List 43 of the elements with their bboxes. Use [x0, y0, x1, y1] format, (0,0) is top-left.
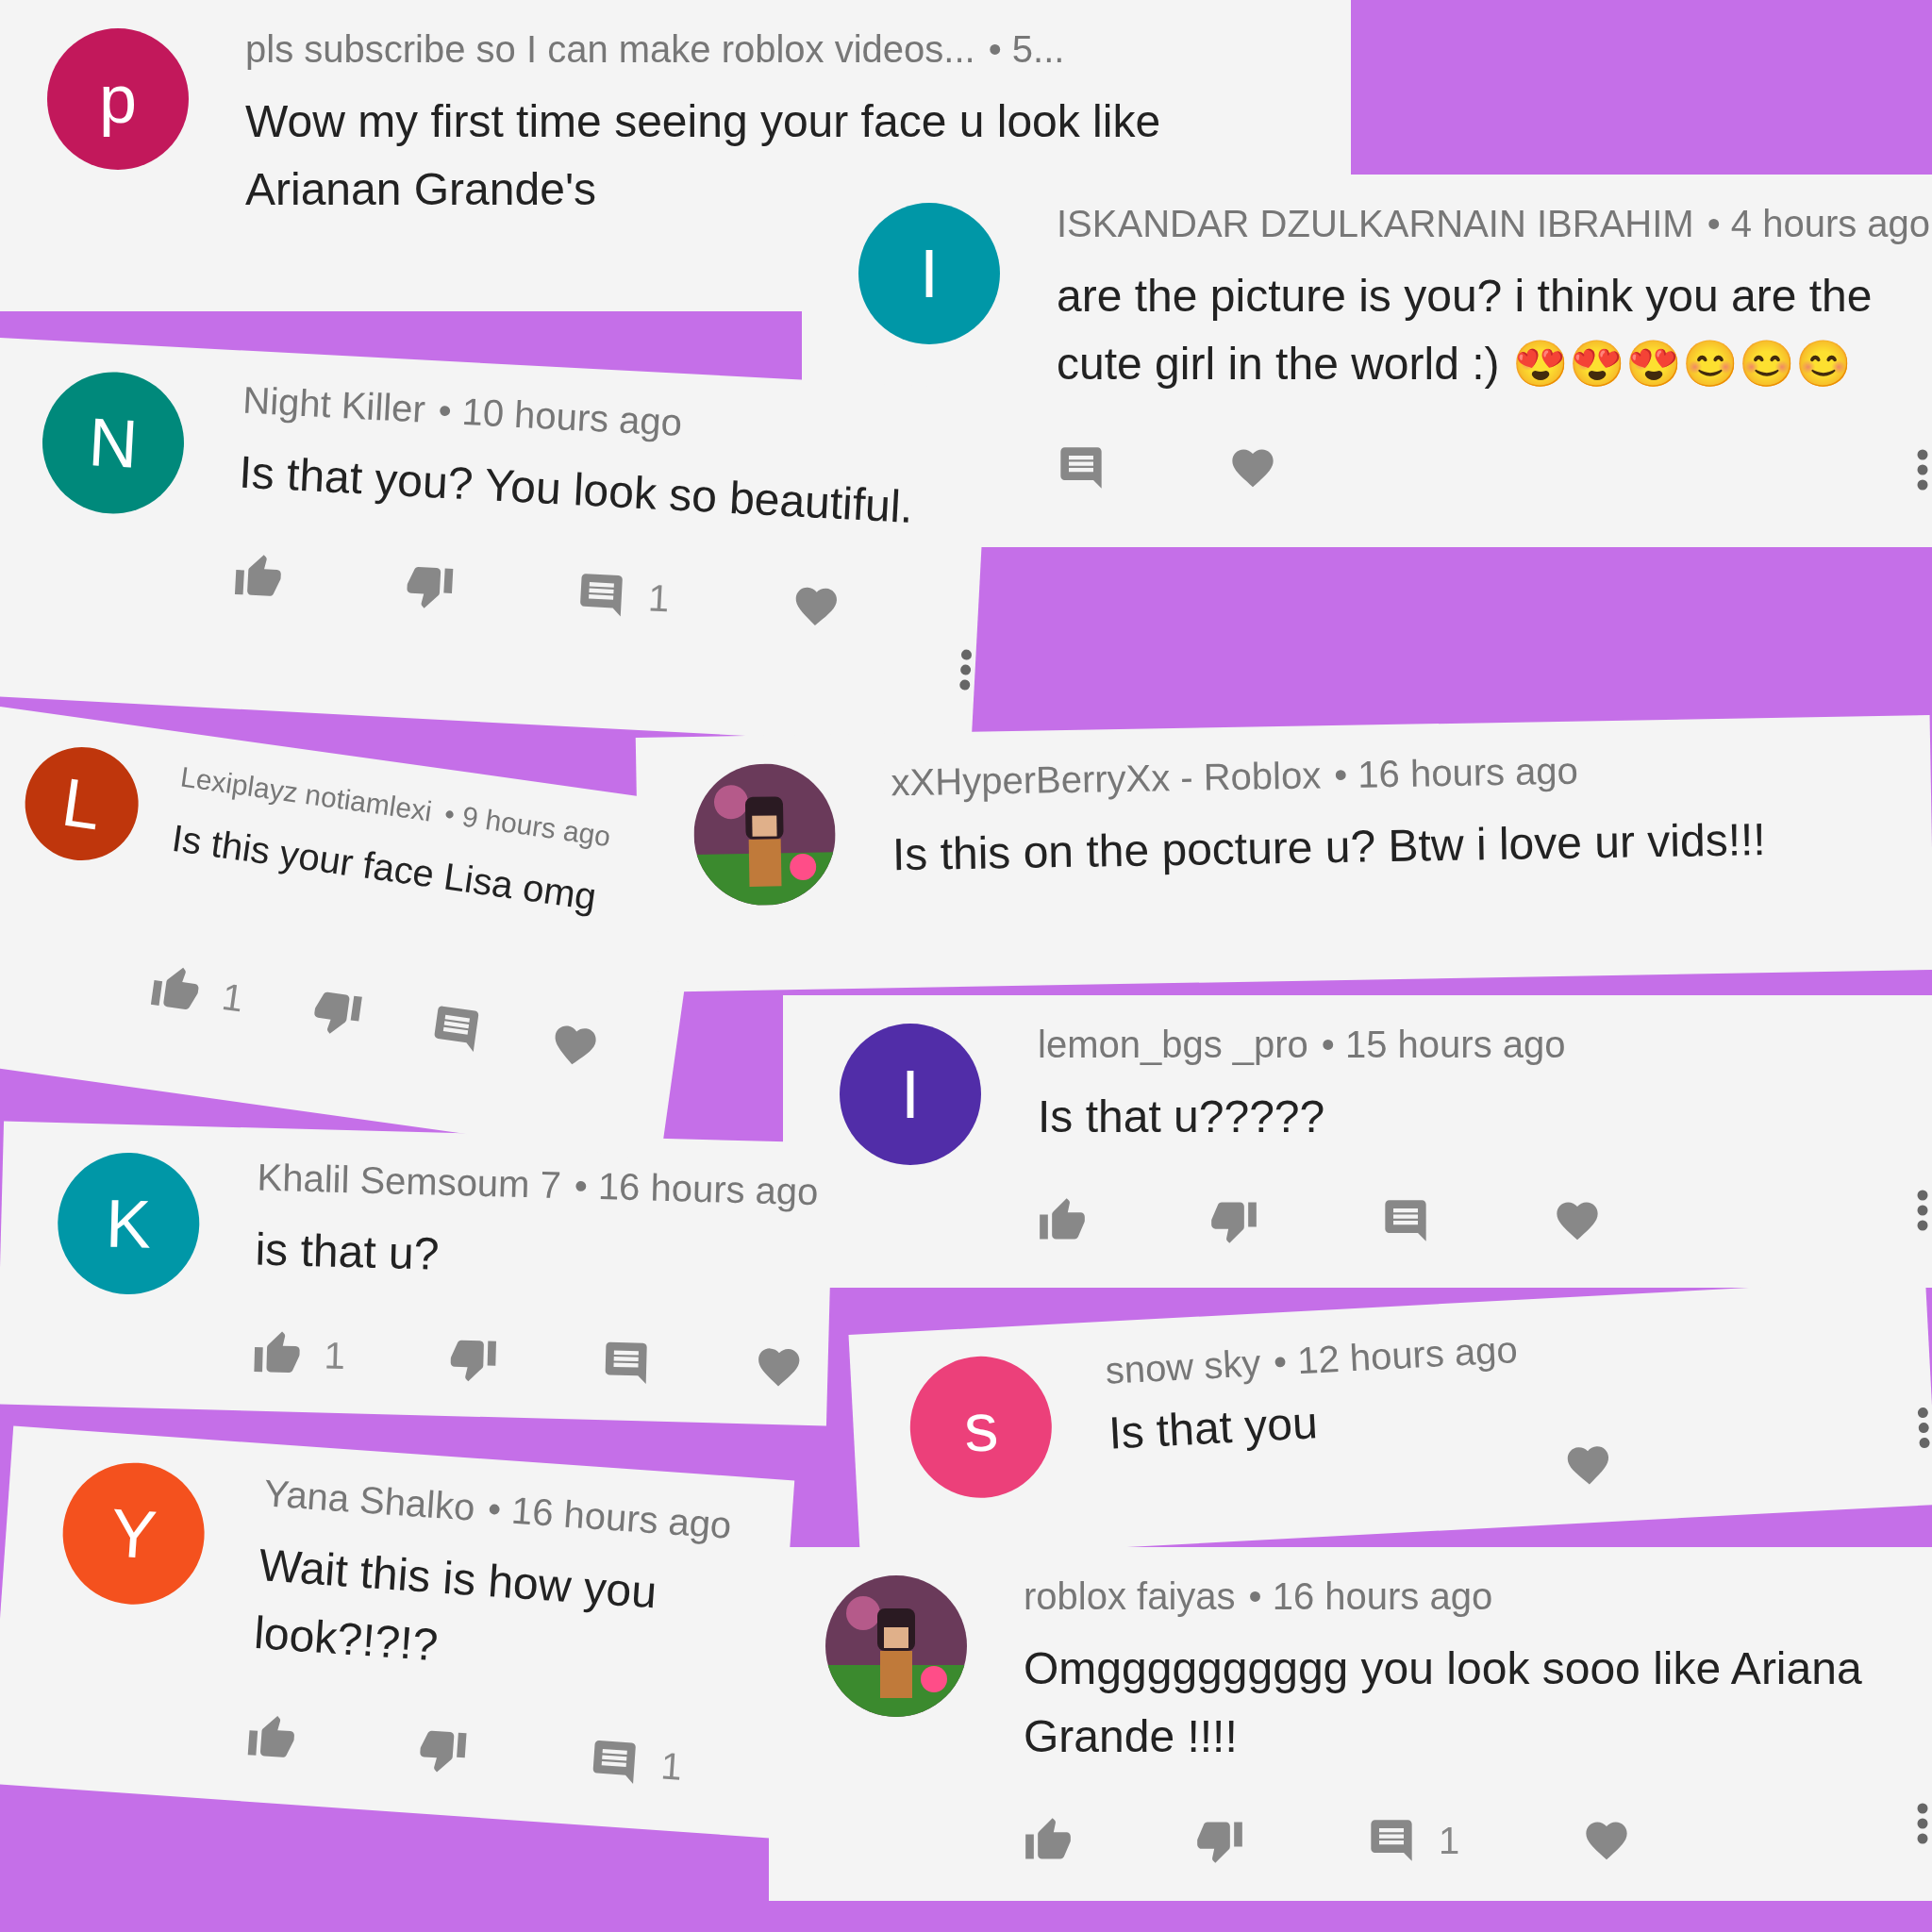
comment-text: is that u? [254, 1223, 441, 1281]
avatar: K [56, 1151, 202, 1296]
reply-button[interactable]: 1 [588, 1736, 684, 1791]
comment-text: Omgggggggggg you look sooo like Ariana Grande !!!! [1024, 1642, 1863, 1763]
more-button[interactable] [1917, 1803, 1928, 1844]
avatar: p [47, 28, 189, 170]
like-button[interactable]: 1 [147, 961, 247, 1024]
comment-text: Is that u????? [1038, 1091, 1325, 1143]
reply-button[interactable]: 1 [1367, 1816, 1460, 1865]
comment-time: • 10 hours ago [437, 389, 684, 444]
comment-author[interactable]: lemon_bgs _pro [1038, 1024, 1308, 1066]
comment-text: Is this on the pocture u? Btw i love ur vids!!! [891, 813, 1767, 882]
more-button[interactable] [1917, 1407, 1931, 1449]
comment-text: Is that you [1107, 1396, 1320, 1460]
more-icon [958, 648, 973, 691]
more-button[interactable] [958, 648, 973, 691]
like-button[interactable]: 1 [252, 1328, 346, 1381]
more-icon [1917, 1803, 1928, 1844]
comment-time: • 12 hours ago [1272, 1328, 1519, 1384]
comment-author[interactable]: Khalil Semsoum 7 [257, 1156, 562, 1207]
comment-time: • 5... [988, 28, 1065, 71]
comment-time: • 9 hours ago [442, 797, 613, 854]
comment-author[interactable]: roblox faiyas [1024, 1575, 1236, 1618]
comment-time: • 16 hours ago [1248, 1575, 1493, 1618]
avatar: I [858, 203, 1000, 344]
comment-time: • 4 hours ago [1707, 203, 1931, 245]
more-icon [1917, 449, 1928, 491]
comment-author[interactable]: snow sky [1104, 1341, 1262, 1392]
avatar: I [840, 1024, 981, 1165]
comment-time: • 15 hours ago [1321, 1024, 1566, 1066]
comment-author[interactable]: Night Killer [242, 378, 426, 431]
more-button[interactable] [1917, 449, 1928, 491]
comment-text: Is that you? You look so beautiful. [237, 445, 915, 534]
comment-time: • 16 hours ago [574, 1164, 819, 1214]
more-button[interactable] [1917, 1190, 1928, 1231]
reply-button[interactable]: 1 [575, 569, 671, 624]
comment-time: • 16 hours ago [1333, 749, 1579, 797]
comment-author[interactable]: xXHyperBerryXx - Roblox [891, 754, 1322, 805]
more-icon [1917, 1407, 1931, 1449]
more-icon [1917, 1190, 1928, 1231]
comment-text: are the picture is you? i think you are the cute girl in the world :) 😍😍😍😊😊😊 [1057, 270, 1874, 391]
comment-author[interactable]: pls subscribe so I can make roblox videos... [245, 28, 975, 71]
comment-author[interactable]: Yana Shalko [262, 1472, 476, 1529]
